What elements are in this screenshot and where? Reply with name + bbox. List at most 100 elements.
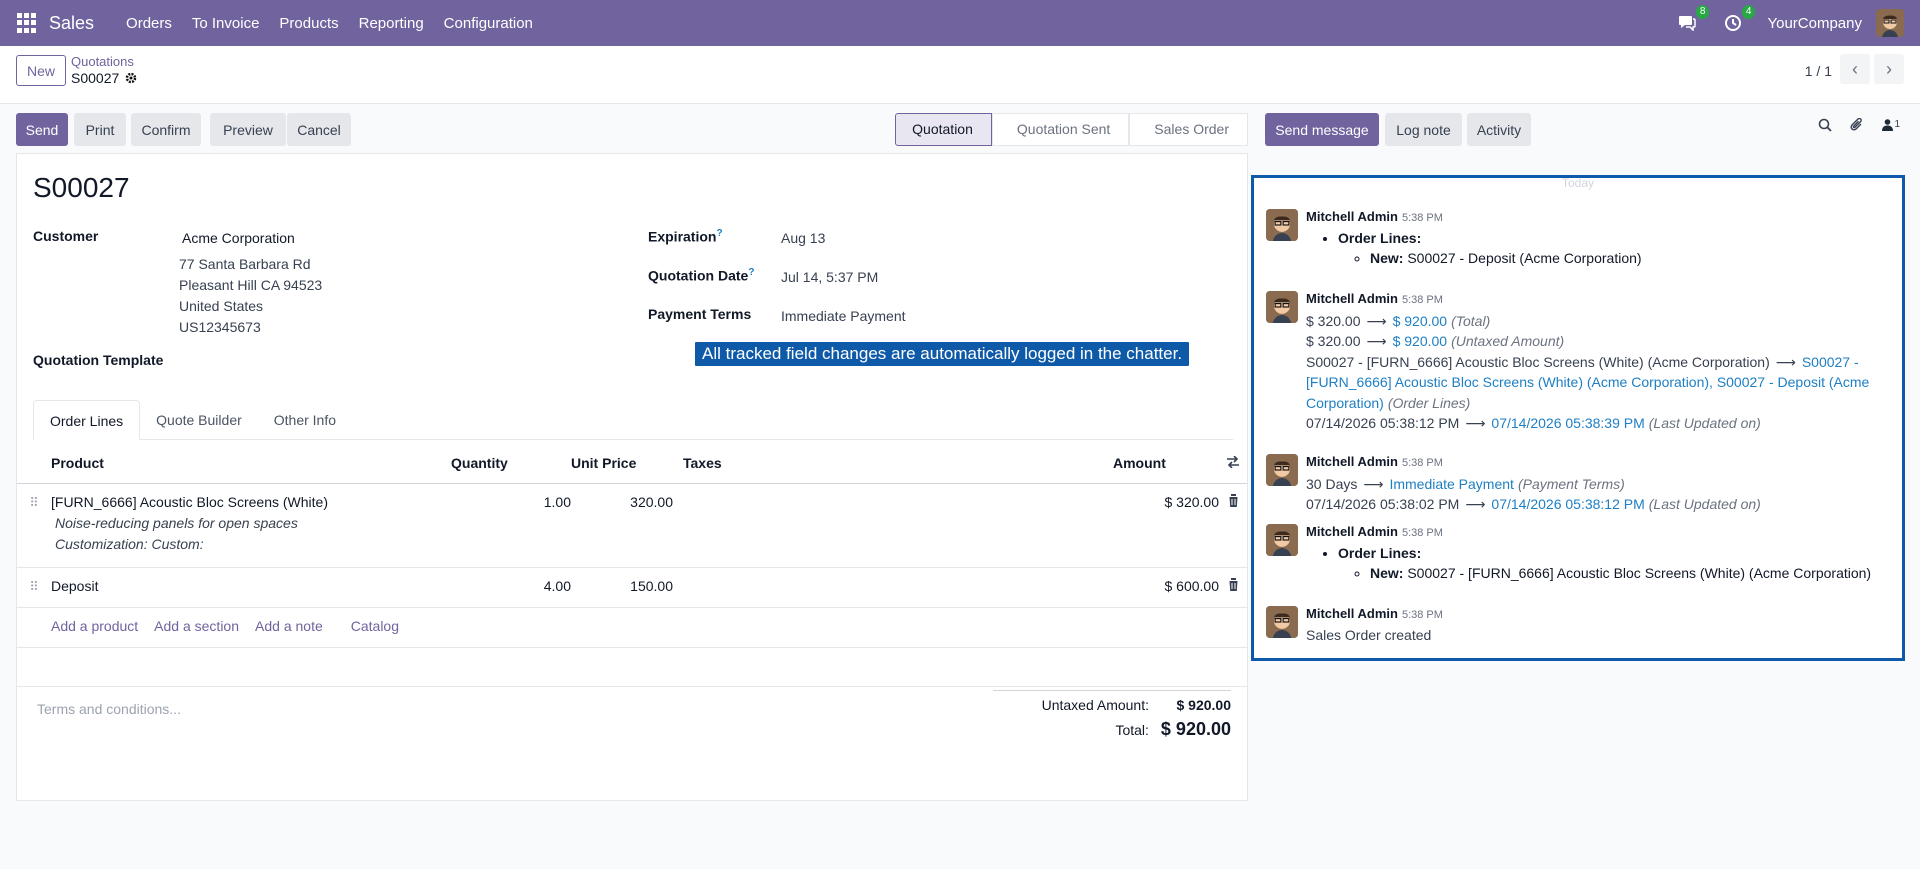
author-avatar[interactable] bbox=[1266, 524, 1298, 556]
table-row[interactable]: ⠿ [FURN_6666] Acoustic Bloc Screens (Whi… bbox=[17, 483, 1247, 568]
cancel-button[interactable]: Cancel bbox=[287, 113, 351, 146]
messaging-icon[interactable]: 8 bbox=[1675, 5, 1710, 35]
menu-products[interactable]: Products bbox=[269, 15, 348, 32]
search-icon[interactable] bbox=[1818, 118, 1833, 132]
column-unit-price[interactable]: Unit Price bbox=[571, 443, 673, 484]
send-button[interactable]: Send bbox=[16, 113, 68, 146]
tab-quote-builder[interactable]: Quote Builder bbox=[140, 400, 258, 439]
pager-next-button[interactable]: › bbox=[1874, 54, 1904, 84]
form-statusbar: Send Print Confirm Preview Cancel Quotat… bbox=[16, 113, 1248, 146]
catalog-link[interactable]: Catalog bbox=[351, 618, 399, 634]
column-quantity[interactable]: Quantity bbox=[451, 443, 571, 484]
author-avatar[interactable] bbox=[1266, 606, 1298, 638]
tab-other-info[interactable]: Other Info bbox=[258, 400, 352, 439]
chatter-icons: 1 bbox=[1818, 118, 1900, 132]
menu-configuration[interactable]: Configuration bbox=[434, 15, 543, 32]
user-avatar[interactable] bbox=[1876, 9, 1904, 37]
drag-handle-icon[interactable]: ⠿ bbox=[29, 579, 39, 594]
customer-name-field[interactable]: Acme Corporation bbox=[182, 230, 295, 246]
followers-button[interactable]: 1 bbox=[1882, 119, 1900, 131]
line-product[interactable]: [FURN_6666] Acoustic Bloc Screens (White… bbox=[51, 494, 451, 510]
preview-button[interactable]: Preview bbox=[210, 113, 286, 146]
message-author[interactable]: Mitchell Admin bbox=[1306, 524, 1398, 539]
terms-and-conditions-field[interactable]: Terms and conditions... bbox=[37, 701, 181, 717]
tracking-change: 07/14/2026 05:38:12 PM ⟶ 07/14/2026 05:38:… bbox=[1306, 415, 1761, 431]
help-icon[interactable]: ? bbox=[716, 228, 722, 239]
line-note: Noise-reducing panels for open spaces bbox=[55, 514, 298, 531]
confirm-button[interactable]: Confirm bbox=[131, 113, 201, 146]
author-avatar[interactable] bbox=[1266, 209, 1298, 241]
customer-label: Customer bbox=[33, 228, 99, 244]
message-author[interactable]: Mitchell Admin bbox=[1306, 606, 1398, 621]
activity-button[interactable]: Activity bbox=[1467, 113, 1531, 146]
tab-order-lines[interactable]: Order Lines bbox=[33, 400, 141, 440]
message-text: Sales Order created bbox=[1306, 627, 1432, 643]
column-amount[interactable]: Amount bbox=[1113, 443, 1219, 484]
column-product[interactable]: Product bbox=[51, 443, 451, 484]
table-row[interactable]: ⠿ Deposit 4.00 150.00 $ 600.00 bbox=[17, 567, 1247, 608]
untaxed-amount-value: $ 920.00 bbox=[1176, 697, 1232, 713]
message-author[interactable]: Mitchell Admin bbox=[1306, 454, 1398, 469]
tracking-list: Order Lines: New: S00027 - Deposit (Acme… bbox=[1338, 228, 1896, 268]
paperclip-icon[interactable] bbox=[1850, 118, 1864, 132]
message-body: Mitchell Admin5:38 PM Order Lines: New: … bbox=[1306, 522, 1896, 583]
line-unit-price[interactable]: 150.00 bbox=[571, 567, 673, 608]
line-quantity[interactable]: 1.00 bbox=[451, 483, 571, 568]
message-time: 5:38 PM bbox=[1401, 212, 1443, 224]
expiration-field[interactable]: Aug 13 bbox=[781, 230, 825, 246]
pager-previous-button[interactable]: ‹ bbox=[1840, 54, 1870, 84]
line-product[interactable]: Deposit bbox=[51, 567, 451, 608]
breadcrumb-quotations[interactable]: Quotations bbox=[71, 54, 134, 69]
send-message-button[interactable]: Send message bbox=[1265, 113, 1379, 146]
add-section-link[interactable]: Add a section bbox=[154, 618, 239, 634]
payment-terms-field[interactable]: Immediate Payment bbox=[781, 308, 906, 324]
apps-menu-icon[interactable] bbox=[17, 13, 37, 33]
pager-value[interactable]: 1 / 1 bbox=[1805, 63, 1832, 79]
message-author[interactable]: Mitchell Admin bbox=[1306, 291, 1398, 306]
line-unit-price[interactable]: 320.00 bbox=[571, 483, 673, 568]
quotation-date-label: Quotation Date? bbox=[648, 267, 755, 284]
optional-columns-toggle-icon[interactable] bbox=[1219, 443, 1247, 484]
add-product-link[interactable]: Add a product bbox=[51, 618, 138, 634]
message-author[interactable]: Mitchell Admin bbox=[1306, 209, 1398, 224]
line-taxes[interactable] bbox=[673, 567, 1113, 608]
drag-handle-icon[interactable]: ⠿ bbox=[29, 495, 39, 510]
list-title: Order Lines: bbox=[1338, 230, 1422, 246]
breadcrumb-current-record: S00027 bbox=[71, 70, 137, 86]
column-taxes[interactable]: Taxes bbox=[673, 443, 1113, 484]
help-icon[interactable]: ? bbox=[748, 267, 754, 278]
author-avatar[interactable] bbox=[1266, 291, 1298, 323]
quotation-date-field[interactable]: Jul 14, 5:37 PM bbox=[781, 269, 878, 285]
stage-sales-order[interactable]: Sales Order bbox=[1129, 113, 1248, 146]
untaxed-amount-label: Untaxed Amount: bbox=[1041, 697, 1149, 713]
tracking-change: 07/14/2026 05:38:02 PM ⟶ 07/14/2026 05:38:… bbox=[1306, 496, 1761, 512]
control-panel: New Quotations S00027 1 / 1 ‹ › bbox=[0, 46, 1920, 104]
message-time: 5:38 PM bbox=[1401, 294, 1443, 306]
top-navbar: Sales Orders To Invoice Products Reporti… bbox=[0, 0, 1920, 46]
delete-line-icon[interactable] bbox=[1227, 577, 1239, 591]
tracking-list: Order Lines: New: S00027 - [FURN_6666] A… bbox=[1338, 543, 1896, 583]
total-label: Total: bbox=[1115, 721, 1149, 738]
stage-quotation[interactable]: Quotation bbox=[895, 113, 992, 146]
followers-count: 1 bbox=[1894, 119, 1900, 130]
new-value: S00027 - [FURN_6666] Acoustic Bloc Scree… bbox=[1407, 565, 1872, 581]
add-note-link[interactable]: Add a note bbox=[255, 618, 323, 634]
company-switcher[interactable]: YourCompany bbox=[1767, 15, 1862, 32]
app-name[interactable]: Sales bbox=[49, 13, 94, 34]
line-taxes[interactable] bbox=[673, 483, 1113, 568]
new-button[interactable]: New bbox=[16, 55, 66, 86]
author-avatar[interactable] bbox=[1266, 454, 1298, 486]
table-header-row: Product Quantity Unit Price Taxes Amount bbox=[17, 443, 1247, 484]
stage-quotation-sent[interactable]: Quotation Sent bbox=[991, 113, 1130, 146]
print-button[interactable]: Print bbox=[74, 113, 126, 146]
order-lines-table: Product Quantity Unit Price Taxes Amount… bbox=[17, 443, 1247, 687]
menu-reporting[interactable]: Reporting bbox=[349, 15, 434, 32]
activities-clock-icon[interactable]: 4 bbox=[1721, 5, 1756, 35]
menu-orders[interactable]: Orders bbox=[116, 15, 182, 32]
menu-to-invoice[interactable]: To Invoice bbox=[182, 15, 270, 32]
line-quantity[interactable]: 4.00 bbox=[451, 567, 571, 608]
delete-line-icon[interactable] bbox=[1227, 493, 1239, 507]
tracking-change: 30 Days ⟶ Immediate Payment (Payment Terms) bbox=[1306, 475, 1625, 492]
gear-icon[interactable] bbox=[125, 72, 137, 84]
log-note-button[interactable]: Log note bbox=[1385, 113, 1462, 146]
